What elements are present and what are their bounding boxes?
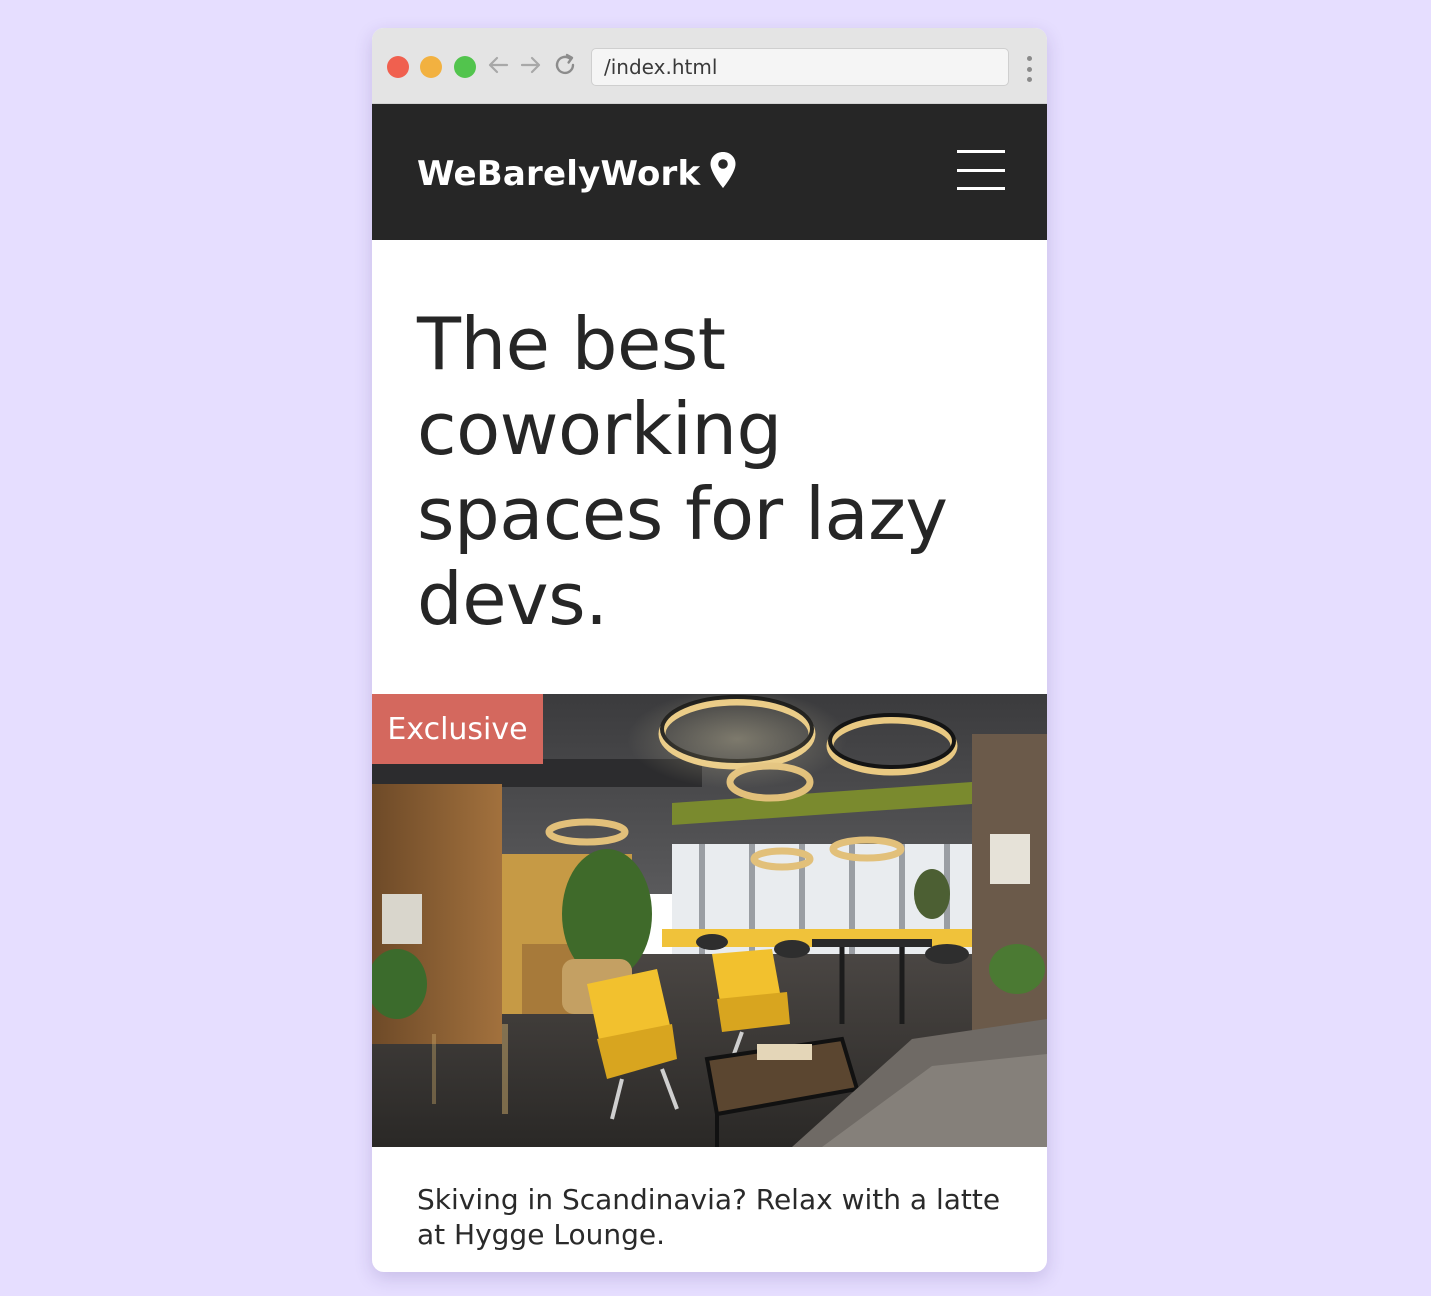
hamburger-menu-icon[interactable] — [957, 150, 1005, 190]
browser-window: /index.html WeBarelyWork The best cowork… — [372, 28, 1047, 1272]
close-window-button[interactable] — [387, 56, 409, 78]
forward-arrow-icon[interactable] — [518, 52, 544, 78]
maximize-window-button[interactable] — [454, 56, 476, 78]
coworking-space-photo[interactable]: Exclusive — [372, 694, 1047, 1147]
browser-menu-icon[interactable] — [1024, 56, 1034, 82]
reload-icon[interactable] — [552, 52, 578, 78]
map-pin-icon[interactable] — [709, 151, 737, 189]
hero-section: The best coworking spaces for lazy devs. — [372, 240, 1047, 694]
minimize-window-button[interactable] — [420, 56, 442, 78]
address-bar[interactable]: /index.html — [591, 48, 1009, 86]
feature-caption[interactable]: Skiving in Scandinavia? Relax with a lat… — [417, 1182, 1007, 1252]
hero-title: The best coworking spaces for lazy devs. — [417, 302, 948, 641]
site-logo[interactable]: WeBarelyWork — [417, 154, 700, 194]
browser-toolbar: /index.html — [372, 28, 1047, 104]
site-header: WeBarelyWork — [372, 104, 1047, 240]
back-arrow-icon[interactable] — [485, 52, 511, 78]
exclusive-badge: Exclusive — [372, 694, 543, 764]
address-bar-url: /index.html — [604, 55, 718, 79]
